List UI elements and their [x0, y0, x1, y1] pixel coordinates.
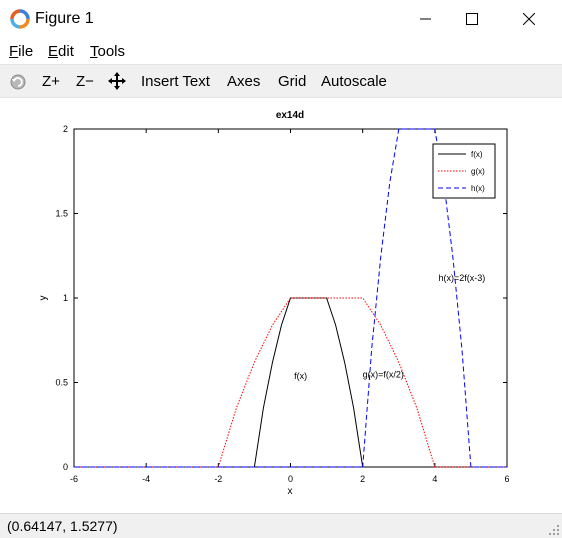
figure-canvas[interactable]: ex14d -6 -4 -2 0 2 4 6 0 0.5 1 1.5 2 f(x) g(x)=f(x/2…	[0, 98, 562, 513]
chart-title: ex14d	[276, 110, 304, 121]
legend-entry: f(x)	[471, 150, 483, 159]
legend-entry: h(x)	[471, 184, 485, 193]
x-tick-label: 0	[288, 474, 293, 484]
menu-edit-accel: E	[48, 43, 59, 60]
maximize-icon	[466, 13, 478, 25]
annotation-label: f(x)	[294, 371, 307, 381]
x-axis-label: x	[288, 486, 293, 497]
zoom-in-button[interactable]: Z+	[42, 73, 60, 90]
x-tick-label: 6	[504, 474, 509, 484]
menu-edit[interactable]: Edit	[48, 43, 74, 60]
pan-icon[interactable]	[107, 71, 127, 91]
x-tick-label: 4	[432, 474, 437, 484]
cursor-coordinates: (0.64147, 1.5277)	[7, 518, 118, 534]
menu-tools-label: ools	[97, 43, 126, 60]
resize-grip-icon[interactable]	[548, 524, 560, 536]
plot-area[interactable]: ex14d -6 -4 -2 0 2 4 6 0 0.5 1 1.5 2 f(x) g(x)=f(x/2…	[0, 98, 562, 513]
insert-text-button[interactable]: Insert Text	[141, 73, 210, 90]
y-axis-label: y	[38, 296, 49, 301]
y-tick-label: 1	[63, 293, 68, 303]
x-tick-label: -6	[70, 474, 78, 484]
close-icon	[523, 13, 535, 25]
menu-file-label: ile	[18, 43, 34, 60]
menu-tools[interactable]: Tools	[90, 43, 125, 60]
rotate-icon[interactable]	[8, 71, 28, 91]
toolbar: Z+ Z− Insert Text Axes Grid Autoscale	[0, 64, 562, 98]
menu-tools-accel: T	[90, 43, 98, 60]
y-tick-label: 0	[63, 462, 68, 472]
axes-button[interactable]: Axes	[227, 73, 260, 90]
zoom-out-button[interactable]: Z−	[76, 73, 94, 90]
status-bar: (0.64147, 1.5277)	[0, 513, 562, 538]
menu-file[interactable]: File	[9, 43, 33, 60]
window-title: Figure 1	[35, 10, 94, 27]
annotation-label: g(x)=f(x/2)	[363, 369, 404, 379]
legend-entry: g(x)	[471, 167, 485, 176]
menu-edit-label: dit	[58, 43, 74, 60]
series-line-0	[74, 297, 507, 468]
y-tick-label: 1.5	[55, 209, 68, 219]
minimize-icon	[420, 18, 431, 20]
x-tick-label: 2	[360, 474, 365, 484]
x-tick-label: -4	[142, 474, 150, 484]
y-tick-label: 0.5	[55, 378, 68, 388]
close-button[interactable]	[506, 0, 552, 38]
grid-button[interactable]: Grid	[278, 73, 306, 90]
autoscale-button[interactable]: Autoscale	[321, 73, 387, 90]
title-bar: Figure 1	[0, 0, 562, 38]
x-tick-label: -2	[214, 474, 222, 484]
annotation-label: h(x)=2f(x-3)	[438, 273, 485, 283]
legend: f(x) g(x) h(x)	[432, 143, 496, 199]
y-tick-label: 2	[63, 124, 68, 134]
maximize-button[interactable]	[449, 0, 495, 38]
menu-file-accel: F	[9, 43, 19, 60]
menu-bar: File Edit Tools	[0, 38, 562, 64]
octave-logo-icon	[10, 9, 30, 29]
minimize-button[interactable]	[403, 0, 449, 38]
series-line-1	[74, 297, 507, 468]
